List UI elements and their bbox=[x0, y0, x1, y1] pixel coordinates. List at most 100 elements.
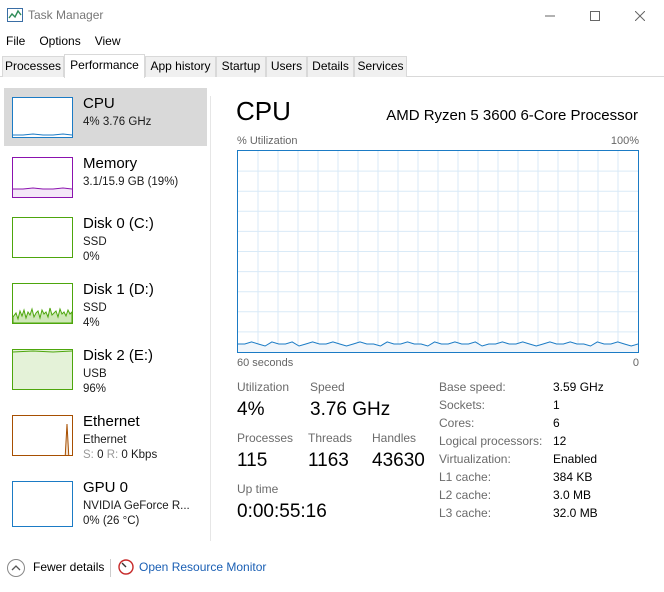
handles-value: 43630 bbox=[372, 450, 425, 471]
fewer-details-button[interactable]: Fewer details bbox=[33, 560, 104, 574]
menu-file[interactable]: File bbox=[0, 32, 32, 50]
send-value: 0 bbox=[97, 449, 104, 461]
tab-users[interactable]: Users bbox=[266, 56, 307, 77]
minimize-button[interactable] bbox=[527, 0, 573, 31]
chevron-up-icon[interactable] bbox=[7, 559, 25, 577]
handles-label: Handles bbox=[372, 431, 417, 445]
window-title: Task Manager bbox=[28, 8, 104, 22]
spec-value-l2-cache: 3.0 MB bbox=[553, 488, 592, 502]
sidebar-item-disk-2[interactable]: Disk 2 (E:) USB 96% bbox=[4, 340, 207, 398]
receive-value: 0 Kbps bbox=[121, 449, 158, 461]
memory-mini-graph bbox=[13, 187, 72, 197]
close-icon bbox=[635, 10, 645, 21]
spec-value-l1-cache: 384 KB bbox=[553, 470, 593, 484]
footer: Fewer details Open Resource Monitor bbox=[0, 552, 664, 592]
cpu-thumbnail bbox=[12, 97, 73, 138]
disk-1-thumbnail bbox=[12, 283, 73, 324]
uptime-value: 0:00:55:16 bbox=[237, 501, 327, 522]
utilization-label: Utilization bbox=[237, 380, 290, 394]
send-label: S: bbox=[83, 449, 94, 461]
spec-label-l2-cache: L2 cache: bbox=[439, 488, 492, 502]
speed-label: Speed bbox=[310, 380, 345, 394]
maximize-button[interactable] bbox=[572, 0, 618, 31]
cpu-detail-panel: CPU AMD Ryzen 5 3600 6-Core Processor % … bbox=[222, 92, 652, 542]
sidebar-item-ethernet[interactable]: Ethernet Ethernet S: 0 R: 0 Kbps bbox=[4, 406, 207, 464]
tab-services[interactable]: Services bbox=[354, 56, 407, 77]
sidebar-ethernet-title: Ethernet bbox=[83, 413, 140, 430]
sidebar-disk-2-usage: 96% bbox=[83, 383, 107, 395]
spec-value-virtualization: Enabled bbox=[553, 452, 598, 466]
open-resource-monitor-link[interactable]: Open Resource Monitor bbox=[139, 560, 266, 574]
sidebar-ethernet-type: Ethernet bbox=[83, 434, 127, 446]
sidebar-item-disk-1[interactable]: Disk 1 (D:) SSD 4% bbox=[4, 274, 207, 332]
minimize-icon bbox=[545, 15, 555, 16]
spec-label-cores: Cores: bbox=[439, 416, 475, 430]
menu-bar: File Options View bbox=[0, 32, 128, 50]
uptime-label: Up time bbox=[237, 482, 279, 496]
sidebar-disk-0-title: Disk 0 (C:) bbox=[83, 215, 154, 232]
tab-startup[interactable]: Startup bbox=[216, 56, 266, 77]
sidebar-disk-2-type: USB bbox=[83, 368, 107, 380]
close-button[interactable] bbox=[617, 0, 663, 31]
resource-monitor-icon bbox=[118, 559, 134, 575]
threads-label: Threads bbox=[308, 431, 353, 445]
spec-value-logical-processors: 12 bbox=[553, 434, 567, 448]
threads-value: 1163 bbox=[308, 450, 349, 471]
receive-label: R: bbox=[106, 449, 119, 461]
spec-value-cores: 6 bbox=[553, 416, 560, 430]
sidebar-cpu-sub: 4% 3.76 GHz bbox=[83, 116, 152, 128]
sidebar-item-cpu[interactable]: CPU 4% 3.76 GHz bbox=[4, 88, 207, 146]
footer-separator bbox=[110, 559, 111, 577]
page-title: CPU bbox=[236, 96, 291, 126]
sidebar-memory-title: Memory bbox=[83, 155, 138, 172]
sidebar-disk-1-usage: 4% bbox=[83, 317, 100, 329]
cpu-mini-graph bbox=[13, 133, 72, 136]
task-manager-icon bbox=[7, 8, 23, 22]
sidebar-disk-1-title: Disk 1 (D:) bbox=[83, 281, 154, 298]
sidebar-disk-0-usage: 0% bbox=[83, 251, 100, 263]
graph-x-left: 60 seconds bbox=[237, 357, 294, 369]
ethernet-thumbnail bbox=[12, 415, 73, 456]
sidebar-gpu-title: GPU 0 bbox=[83, 479, 129, 496]
disk-2-thumbnail bbox=[12, 349, 73, 390]
sidebar-item-disk-0[interactable]: Disk 0 (C:) SSD 0% bbox=[4, 208, 207, 266]
gpu-thumbnail bbox=[12, 481, 73, 527]
graph-x-right: 0 bbox=[632, 357, 639, 369]
sidebar-disk-1-type: SSD bbox=[83, 302, 107, 314]
sidebar-gpu-model: NVIDIA GeForce R... bbox=[83, 500, 190, 512]
menu-options[interactable]: Options bbox=[32, 32, 87, 50]
sidebar-disk-0-type: SSD bbox=[83, 236, 107, 248]
spec-label-l1-cache: L1 cache: bbox=[439, 470, 492, 484]
tab-app-history[interactable]: App history bbox=[145, 56, 216, 77]
sidebar-gpu-usage: 0% (26 °C) bbox=[83, 515, 140, 527]
cpu-utilization-graph bbox=[237, 150, 639, 353]
speed-value: 3.76 GHz bbox=[310, 399, 391, 420]
spec-label-logical-processors: Logical processors: bbox=[439, 434, 543, 448]
spec-label-sockets: Sockets: bbox=[439, 398, 486, 412]
sidebar-ethernet-throughput: S: 0 R: 0 Kbps bbox=[83, 448, 157, 463]
processes-label: Processes bbox=[237, 431, 294, 445]
graph-y-max: 100% bbox=[610, 135, 639, 147]
tab-details[interactable]: Details bbox=[307, 56, 354, 77]
sidebar-item-memory[interactable]: Memory 3.1/15.9 GB (19%) bbox=[4, 148, 207, 206]
memory-thumbnail bbox=[12, 157, 73, 198]
processor-name: AMD Ryzen 5 3600 6-Core Processor bbox=[386, 107, 638, 124]
sidebar-memory-sub: 3.1/15.9 GB (19%) bbox=[83, 176, 179, 188]
spec-label-base-speed: Base speed: bbox=[439, 380, 506, 394]
menu-view[interactable]: View bbox=[88, 32, 128, 50]
disk-2-mini-graph bbox=[13, 350, 72, 353]
sidebar-divider bbox=[210, 96, 211, 541]
sidebar-item-gpu-0[interactable]: GPU 0 NVIDIA GeForce R... 0% (26 °C) bbox=[4, 472, 207, 530]
sidebar-disk-2-title: Disk 2 (E:) bbox=[83, 347, 154, 364]
tab-processes[interactable]: Processes bbox=[2, 56, 64, 77]
ethernet-mini-graph bbox=[64, 423, 70, 455]
title-bar: Task Manager bbox=[0, 0, 664, 31]
spec-value-l3-cache: 32.0 MB bbox=[553, 506, 598, 520]
performance-sidebar: CPU 4% 3.76 GHz Memory 3.1/15.9 GB (19%)… bbox=[0, 88, 210, 548]
maximize-icon bbox=[590, 10, 600, 21]
cpu-graph-svg bbox=[238, 151, 639, 352]
disk-1-mini-graph bbox=[13, 307, 72, 323]
spec-value-sockets: 1 bbox=[553, 398, 560, 412]
spec-value-base-speed: 3.59 GHz bbox=[553, 380, 604, 394]
tab-performance[interactable]: Performance bbox=[64, 54, 145, 78]
